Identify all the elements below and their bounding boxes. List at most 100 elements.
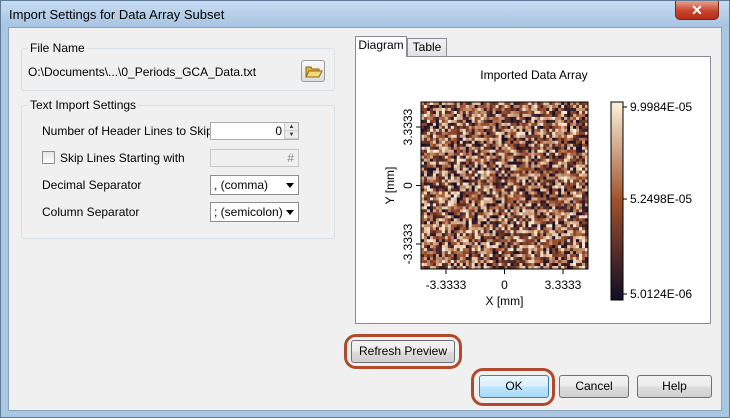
heatmap-cell — [456, 185, 461, 189]
heatmap-cell — [426, 143, 431, 148]
heatmap-cell — [432, 137, 437, 142]
heatmap-cell — [510, 125, 514, 130]
heatmap-cell — [498, 122, 502, 127]
heatmap-cell — [456, 173, 461, 177]
heatmap-cell — [510, 260, 514, 264]
heatmap-cell — [573, 110, 577, 115]
heatmap-cell — [486, 110, 490, 115]
heatmap-cell — [507, 188, 511, 192]
text-import-group-label: Text Import Settings — [28, 98, 139, 112]
heatmap-cell — [582, 182, 586, 186]
heatmap-cell — [501, 179, 505, 183]
heatmap-cell — [531, 110, 535, 115]
ok-button[interactable]: OK — [479, 375, 549, 398]
spin-down-icon[interactable]: ▼ — [285, 131, 298, 139]
heatmap-cell — [474, 203, 478, 207]
heatmap-cell — [450, 161, 455, 165]
heatmap-cell — [573, 230, 577, 234]
heatmap-cell — [441, 176, 446, 180]
heatmap-cell — [552, 233, 556, 237]
decimal-separator-select[interactable]: , (comma) — [210, 175, 299, 195]
heatmap-cell — [528, 194, 532, 198]
title-bar[interactable]: Import Settings for Data Array Subset ✕ — [1, 1, 729, 27]
heatmap-cell — [498, 197, 502, 201]
heatmap-cell — [483, 164, 487, 168]
heatmap-cell — [570, 224, 574, 228]
header-lines-spin[interactable]: ▲ ▼ — [284, 123, 298, 139]
heatmap-cell — [486, 218, 490, 222]
heatmap-cell — [534, 248, 538, 252]
heatmap-cell — [480, 110, 484, 115]
heatmap-cell — [576, 116, 580, 121]
heatmap-cell — [450, 188, 455, 192]
heatmap-cell — [537, 137, 541, 142]
heatmap-cell — [522, 161, 526, 165]
tab-table[interactable]: Table — [407, 38, 447, 57]
heatmap-cell — [498, 230, 502, 234]
heatmap-cell — [501, 200, 505, 204]
heatmap-cell — [501, 218, 505, 222]
heatmap-cell — [477, 179, 481, 183]
heatmap-cell — [444, 182, 449, 186]
heatmap-cell — [531, 263, 535, 267]
heatmap-cell — [555, 185, 559, 189]
heatmap-cell — [483, 122, 487, 127]
heatmap-cell — [462, 251, 467, 255]
heatmap-cell — [534, 155, 538, 159]
heatmap-cell — [555, 119, 559, 124]
refresh-preview-button[interactable]: Refresh Preview — [351, 340, 455, 363]
heatmap-cell — [495, 155, 499, 159]
heatmap-cell — [474, 173, 478, 177]
tab-diagram[interactable]: Diagram — [355, 36, 407, 57]
heatmap-cell — [474, 128, 478, 133]
heatmap-cell — [441, 242, 446, 246]
heatmap-cell — [549, 182, 553, 186]
heatmap-cell — [450, 209, 455, 213]
heatmap-cell — [459, 188, 464, 192]
heatmap-cell — [459, 104, 464, 109]
heatmap-cell — [501, 110, 505, 115]
heatmap-cell — [471, 206, 475, 210]
heatmap-cell — [453, 206, 458, 210]
heatmap-cell — [546, 245, 550, 249]
heatmap-cell — [546, 116, 550, 121]
cancel-button[interactable]: Cancel — [559, 375, 629, 398]
heatmap-cell — [438, 173, 443, 177]
heatmap-cell — [441, 104, 446, 109]
heatmap-cell — [423, 191, 428, 195]
heatmap-cell — [555, 191, 559, 195]
heatmap-cell — [504, 128, 508, 133]
heatmap-cell — [465, 143, 470, 148]
heatmap-cell — [522, 182, 526, 186]
spin-up-icon[interactable]: ▲ — [285, 123, 298, 131]
heatmap-cell — [573, 197, 577, 201]
heatmap-cell — [516, 104, 520, 109]
heatmap-cell — [450, 224, 455, 228]
heatmap-cell — [480, 173, 484, 177]
heatmap-cell — [531, 203, 535, 207]
skip-lines-field[interactable]: # — [210, 149, 299, 167]
heatmap-cell — [576, 143, 580, 148]
close-button[interactable]: ✕ — [675, 1, 719, 20]
skip-lines-checkbox[interactable] — [42, 151, 55, 164]
heatmap-cell — [423, 176, 428, 180]
help-button[interactable]: Help — [637, 375, 712, 398]
heatmap-cell — [453, 236, 458, 240]
heatmap-cell — [561, 179, 565, 183]
heatmap-cell — [477, 206, 481, 210]
heatmap-cell — [531, 185, 535, 189]
heatmap-cell — [426, 164, 431, 168]
heatmap-cell — [501, 146, 505, 151]
heatmap-cell — [531, 194, 535, 198]
column-separator-select[interactable]: ; (semicolon) — [210, 202, 299, 222]
heatmap-cell — [471, 137, 475, 142]
browse-file-button[interactable] — [301, 60, 325, 82]
heatmap-cell — [462, 146, 467, 151]
heatmap-cell — [501, 128, 505, 133]
heatmap-cell — [570, 242, 574, 246]
heatmap-cell — [561, 236, 565, 240]
heatmap-cell — [552, 149, 556, 153]
heatmap-cell — [528, 191, 532, 195]
header-lines-stepper[interactable]: 0 ▲ ▼ — [210, 122, 299, 140]
heatmap-cell — [453, 125, 458, 130]
